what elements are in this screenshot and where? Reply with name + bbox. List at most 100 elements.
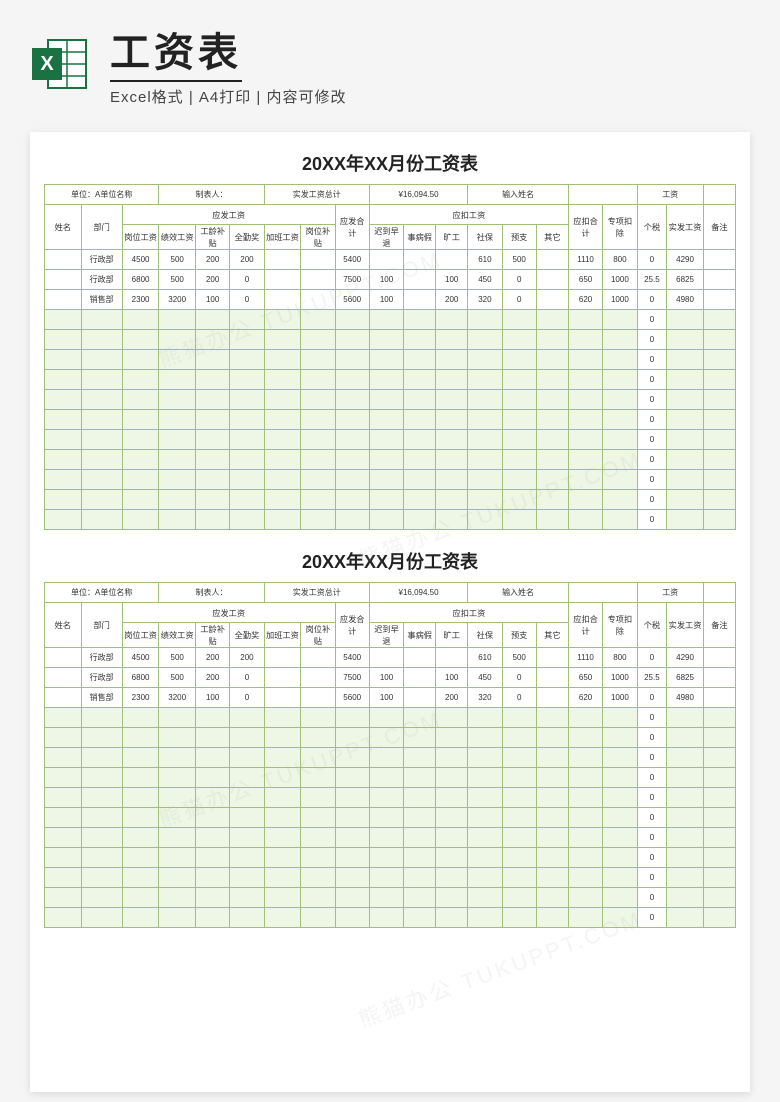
cell-empty[interactable]: [536, 510, 568, 530]
cell-pay[interactable]: 3200: [159, 290, 196, 310]
cell-ded[interactable]: 500: [502, 648, 536, 668]
cell-dept[interactable]: 行政部: [81, 668, 122, 688]
cell-special[interactable]: 1000: [603, 688, 637, 708]
cell-pay[interactable]: 200: [195, 648, 229, 668]
cell-empty[interactable]: [122, 490, 159, 510]
cell-dept[interactable]: 销售部: [81, 290, 122, 310]
cell-empty[interactable]: [301, 370, 335, 390]
cell-remark[interactable]: [703, 688, 735, 708]
cell-empty[interactable]: [703, 430, 735, 450]
cell-empty[interactable]: [122, 868, 159, 888]
cell-empty[interactable]: [230, 708, 264, 728]
cell-empty[interactable]: [159, 390, 196, 410]
cell-empty[interactable]: [122, 310, 159, 330]
cell-empty[interactable]: [122, 848, 159, 868]
cell-empty[interactable]: [468, 788, 502, 808]
cell-empty[interactable]: [301, 808, 335, 828]
cell-ded[interactable]: 200: [436, 688, 468, 708]
cell-empty[interactable]: [335, 510, 369, 530]
cell-empty[interactable]: [264, 390, 301, 410]
cell-empty[interactable]: [468, 470, 502, 490]
cell-ded[interactable]: 320: [468, 290, 502, 310]
cell-ded[interactable]: [404, 250, 436, 270]
cell-empty[interactable]: [436, 370, 468, 390]
cell-empty[interactable]: [568, 888, 602, 908]
cell-empty[interactable]: [45, 848, 82, 868]
cell-ded[interactable]: [536, 648, 568, 668]
cell-empty[interactable]: [81, 788, 122, 808]
cell-empty[interactable]: [603, 808, 637, 828]
cell-empty[interactable]: [81, 848, 122, 868]
cell-empty[interactable]: [122, 788, 159, 808]
cell-empty[interactable]: [45, 490, 82, 510]
cell-empty[interactable]: [667, 788, 704, 808]
cell-empty[interactable]: [568, 310, 602, 330]
cell-empty[interactable]: [230, 788, 264, 808]
cell-empty[interactable]: [502, 410, 536, 430]
cell-empty[interactable]: [568, 490, 602, 510]
cell-empty[interactable]: [603, 828, 637, 848]
cell-empty[interactable]: [404, 350, 436, 370]
cell-empty[interactable]: [369, 470, 403, 490]
cell-empty[interactable]: [159, 828, 196, 848]
cell-empty[interactable]: [603, 728, 637, 748]
cell-empty[interactable]: [536, 868, 568, 888]
cell-empty[interactable]: [369, 808, 403, 828]
cell-pay[interactable]: 6800: [122, 668, 159, 688]
cell-empty[interactable]: [703, 728, 735, 748]
cell-empty[interactable]: [230, 510, 264, 530]
cell-empty[interactable]: [81, 370, 122, 390]
cell-empty[interactable]: [159, 768, 196, 788]
cell-pay[interactable]: [301, 668, 335, 688]
cell-empty[interactable]: [667, 450, 704, 470]
cell-empty[interactable]: [404, 490, 436, 510]
cell-ded[interactable]: [536, 688, 568, 708]
cell-empty[interactable]: [335, 888, 369, 908]
cell-empty[interactable]: [703, 310, 735, 330]
cell-ded[interactable]: 200: [436, 290, 468, 310]
cell-empty[interactable]: [301, 708, 335, 728]
cell-empty[interactable]: [502, 510, 536, 530]
cell-empty[interactable]: [436, 330, 468, 350]
cell-pay[interactable]: 200: [195, 250, 229, 270]
cell-empty[interactable]: [230, 330, 264, 350]
cell-empty[interactable]: [667, 708, 704, 728]
cell-empty[interactable]: [502, 788, 536, 808]
cell-empty[interactable]: [703, 768, 735, 788]
cell-empty[interactable]: [264, 330, 301, 350]
cell-empty[interactable]: [404, 848, 436, 868]
cell-empty[interactable]: [703, 848, 735, 868]
cell-empty[interactable]: [603, 748, 637, 768]
cell-empty[interactable]: [468, 410, 502, 430]
cell-empty[interactable]: [667, 828, 704, 848]
cell-empty[interactable]: [404, 310, 436, 330]
cell-empty[interactable]: [264, 808, 301, 828]
cell-special[interactable]: 1000: [603, 290, 637, 310]
cell-empty[interactable]: [230, 888, 264, 908]
cell-empty[interactable]: [264, 868, 301, 888]
cell-empty[interactable]: [81, 908, 122, 928]
cell-empty[interactable]: [81, 828, 122, 848]
cell-empty[interactable]: [264, 888, 301, 908]
cell-empty[interactable]: [45, 888, 82, 908]
cell-empty[interactable]: [369, 370, 403, 390]
cell-empty[interactable]: [159, 748, 196, 768]
cell-pay[interactable]: [301, 688, 335, 708]
cell-pay[interactable]: 200: [230, 648, 264, 668]
cell-empty[interactable]: [502, 490, 536, 510]
cell-empty[interactable]: [404, 828, 436, 848]
cell-empty[interactable]: [404, 390, 436, 410]
cell-empty[interactable]: [159, 908, 196, 928]
cell-empty[interactable]: [195, 390, 229, 410]
cell-empty[interactable]: [603, 470, 637, 490]
cell-empty[interactable]: [502, 370, 536, 390]
cell-empty[interactable]: [536, 788, 568, 808]
cell-empty[interactable]: [603, 908, 637, 928]
cell-empty[interactable]: [436, 708, 468, 728]
cell-empty[interactable]: [436, 908, 468, 928]
cell-empty[interactable]: [122, 728, 159, 748]
cell-empty[interactable]: [159, 330, 196, 350]
cell-empty[interactable]: [230, 450, 264, 470]
cell-pay[interactable]: [301, 250, 335, 270]
cell-empty[interactable]: [81, 450, 122, 470]
